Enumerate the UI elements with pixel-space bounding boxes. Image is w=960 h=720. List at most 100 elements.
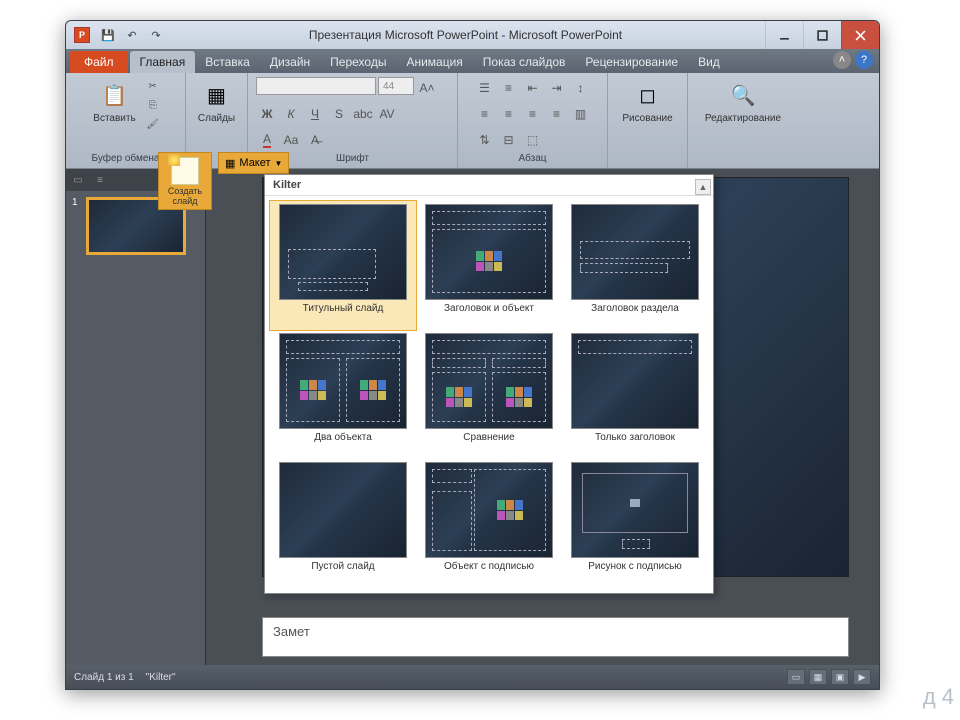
bullets-button[interactable]: ☰ bbox=[474, 77, 496, 99]
gallery-theme-name: Kilter bbox=[265, 175, 713, 196]
corner-text: д 4 bbox=[923, 684, 954, 710]
view-reading-button[interactable]: ▣ bbox=[831, 669, 849, 685]
slides-label: Слайды bbox=[198, 113, 235, 124]
paste-button[interactable]: 📋 Вставить bbox=[89, 77, 139, 126]
find-icon: 🔍 bbox=[727, 79, 759, 111]
layout-icon: ▦ bbox=[225, 157, 235, 170]
layout-label: Пустой слайд bbox=[273, 561, 413, 585]
tab-animations[interactable]: Анимация bbox=[396, 51, 472, 73]
ribbon-tabs: Файл Главная Вставка Дизайн Переходы Ани… bbox=[66, 49, 879, 73]
numbering-button[interactable]: ≡ bbox=[498, 77, 520, 99]
tab-file[interactable]: Файл bbox=[70, 51, 128, 73]
app-icon: P bbox=[74, 27, 90, 43]
group-clipboard-label: Буфер обмена bbox=[92, 153, 160, 166]
notes-pane[interactable]: Замет bbox=[262, 617, 849, 657]
indent-dec-button[interactable]: ⇤ bbox=[522, 77, 544, 99]
slides-button[interactable]: ▦ Слайды bbox=[194, 77, 239, 126]
thumbnails-tab-slides-icon[interactable]: ▭ bbox=[70, 172, 86, 188]
group-paragraph-label: Абзац bbox=[518, 153, 546, 166]
indent-inc-button[interactable]: ⇥ bbox=[546, 77, 568, 99]
cut-button[interactable]: ✂ bbox=[144, 77, 162, 95]
maximize-button[interactable] bbox=[803, 21, 841, 49]
window-title: Презентация Microsoft PowerPoint - Micro… bbox=[166, 28, 765, 42]
tab-review[interactable]: Рецензирование bbox=[575, 51, 688, 73]
layout-label: Два объекта bbox=[273, 432, 413, 456]
ribbon-minimize-icon[interactable]: ˄ bbox=[833, 51, 851, 69]
gallery-scroll-up[interactable]: ▲ bbox=[695, 179, 711, 195]
change-case-button[interactable]: Aa bbox=[280, 129, 302, 151]
view-slideshow-button[interactable]: ▶ bbox=[853, 669, 871, 685]
new-slide-button[interactable]: Создать слайд bbox=[158, 152, 212, 210]
justify-button[interactable]: ≡ bbox=[546, 103, 568, 125]
layout-blank[interactable]: Пустой слайд bbox=[273, 462, 413, 585]
font-name-combo[interactable] bbox=[256, 77, 376, 95]
align-center-button[interactable]: ≡ bbox=[498, 103, 520, 125]
font-color-button[interactable]: A bbox=[256, 129, 278, 151]
save-button[interactable]: 💾 bbox=[98, 25, 118, 45]
layout-title-only[interactable]: Только заголовок bbox=[565, 333, 705, 456]
strike-button[interactable]: abc bbox=[352, 103, 374, 125]
editing-label: Редактирование bbox=[705, 113, 781, 124]
tab-slideshow[interactable]: Показ слайдов bbox=[473, 51, 576, 73]
status-theme: "Kilter" bbox=[146, 672, 176, 683]
line-spacing-button[interactable]: ↕ bbox=[570, 77, 592, 99]
layout-title-content[interactable]: Заголовок и объект bbox=[419, 204, 559, 327]
layout-label: Только заголовок bbox=[565, 432, 705, 456]
group-font-label: Шрифт bbox=[336, 153, 369, 166]
columns-button[interactable]: ▥ bbox=[570, 103, 592, 125]
layout-label: Заголовок раздела bbox=[565, 303, 705, 327]
tab-transitions[interactable]: Переходы bbox=[320, 51, 396, 73]
drawing-label: Рисование bbox=[622, 113, 672, 124]
tab-design[interactable]: Дизайн bbox=[260, 51, 320, 73]
group-paragraph: ☰ ≡ ⇤ ⇥ ↕ ≡ ≡ ≡ ≡ ▥ ⇅ ⊟ ⬚ bbox=[458, 73, 608, 168]
align-text-button[interactable]: ⊟ bbox=[498, 129, 520, 151]
editing-button[interactable]: 🔍 Редактирование bbox=[701, 77, 785, 126]
slides-icon: ▦ bbox=[201, 79, 233, 111]
format-painter-button[interactable]: 🖌 bbox=[144, 115, 162, 133]
thumbnails-tab-outline-icon[interactable]: ≡ bbox=[92, 172, 108, 188]
tab-home[interactable]: Главная bbox=[130, 51, 196, 73]
layout-title-slide[interactable]: Титульный слайд bbox=[269, 200, 417, 331]
paste-icon: 📋 bbox=[98, 79, 130, 111]
redo-button[interactable]: ↷ bbox=[146, 25, 166, 45]
shadow-button[interactable]: S bbox=[328, 103, 350, 125]
layout-two-content[interactable]: Два объекта bbox=[273, 333, 413, 456]
align-left-button[interactable]: ≡ bbox=[474, 103, 496, 125]
underline-button[interactable]: Ч bbox=[304, 103, 326, 125]
status-bar: Слайд 1 из 1 "Kilter" ▭ ▦ ▣ ▶ bbox=[66, 665, 879, 689]
help-icon[interactable]: ? bbox=[855, 51, 873, 69]
layout-picture-caption[interactable]: Рисунок с подписью bbox=[565, 462, 705, 585]
chevron-down-icon: ▼ bbox=[275, 159, 283, 168]
tab-view[interactable]: Вид bbox=[688, 51, 730, 73]
layout-label: Сравнение bbox=[419, 432, 559, 456]
status-slide-count: Слайд 1 из 1 bbox=[74, 672, 134, 683]
layout-section-header[interactable]: Заголовок раздела bbox=[565, 204, 705, 327]
layout-label: Рисунок с подписью bbox=[565, 561, 705, 585]
drawing-icon: ◻ bbox=[632, 79, 664, 111]
new-slide-label: Создать слайд bbox=[161, 187, 209, 207]
layout-comparison[interactable]: Сравнение bbox=[419, 333, 559, 456]
tab-insert[interactable]: Вставка bbox=[195, 51, 260, 73]
view-sorter-button[interactable]: ▦ bbox=[809, 669, 827, 685]
grow-font-icon[interactable]: A˄ bbox=[416, 77, 438, 99]
bold-button[interactable]: Ж bbox=[256, 103, 278, 125]
layout-label: Объект с подписью bbox=[419, 561, 559, 585]
undo-button[interactable]: ↶ bbox=[122, 25, 142, 45]
layout-dropdown-button[interactable]: ▦ Макет ▼ bbox=[218, 152, 289, 174]
text-direction-button[interactable]: ⇅ bbox=[474, 129, 496, 151]
align-right-button[interactable]: ≡ bbox=[522, 103, 544, 125]
close-button[interactable] bbox=[841, 21, 879, 49]
paste-label: Вставить bbox=[93, 113, 135, 124]
window-controls bbox=[765, 21, 879, 49]
italic-button[interactable]: К bbox=[280, 103, 302, 125]
layout-content-caption[interactable]: Объект с подписью bbox=[419, 462, 559, 585]
copy-button[interactable]: ⎘ bbox=[144, 96, 162, 114]
spacing-button[interactable]: AV bbox=[376, 103, 398, 125]
minimize-button[interactable] bbox=[765, 21, 803, 49]
titlebar: P 💾 ↶ ↷ Презентация Microsoft PowerPoint… bbox=[66, 21, 879, 49]
view-normal-button[interactable]: ▭ bbox=[787, 669, 805, 685]
smartart-button[interactable]: ⬚ bbox=[522, 129, 544, 151]
clear-format-button[interactable]: A̶ bbox=[304, 129, 326, 151]
font-size-combo[interactable]: 44 bbox=[378, 77, 414, 95]
drawing-button[interactable]: ◻ Рисование bbox=[618, 77, 676, 126]
